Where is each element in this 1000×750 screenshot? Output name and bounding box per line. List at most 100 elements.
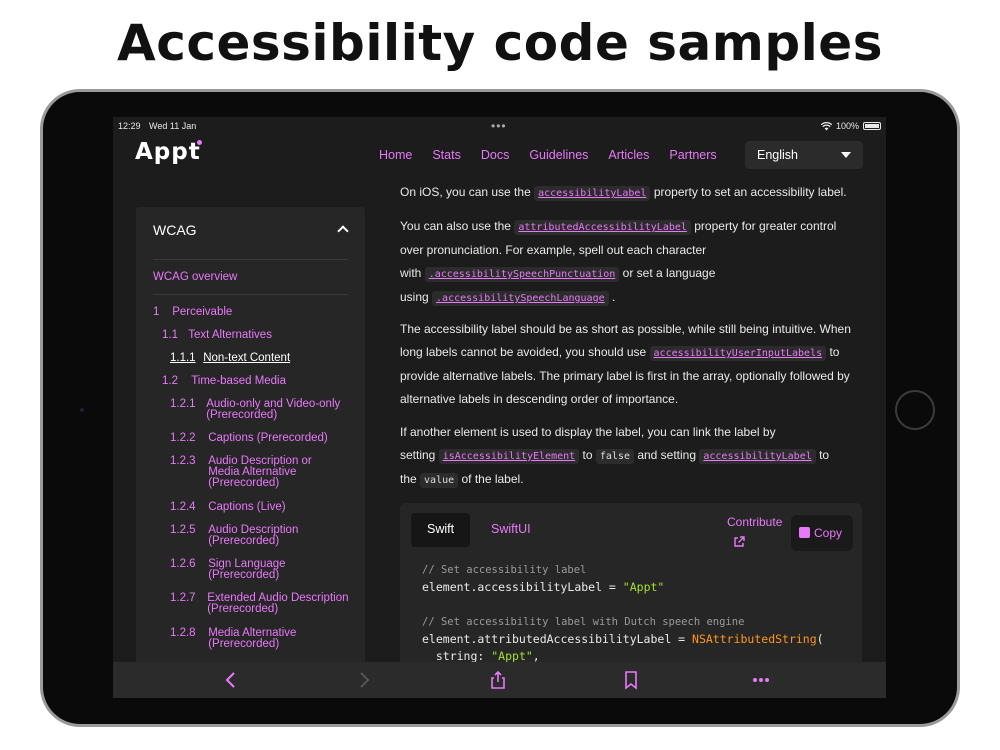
nav-home[interactable]: Home [379,148,412,162]
code-link[interactable]: isAccessibilityElement [438,449,580,464]
text: and setting [637,448,697,462]
sidebar-item[interactable]: 1.2.1 Audio-only and Video-only (Prereco… [170,398,356,421]
sidebar-item[interactable]: 1.2.5 Audio Description (Prerecorded) [170,524,318,547]
nav-guidelines[interactable]: Guidelines [529,148,588,162]
external-link-icon[interactable] [733,536,745,548]
nav-stats[interactable]: Stats [432,148,461,162]
code-line: , [532,649,540,663]
sidebar-item[interactable]: 1 Perceivable [153,306,232,318]
item-label: Audio Description or Media Alternative (… [208,455,312,489]
code-block: // Set accessibility label element.acces… [422,561,824,665]
nav-articles[interactable]: Articles [608,148,649,162]
item-number: 1.2.6 [170,558,196,570]
back-icon[interactable] [221,670,241,690]
text: to [582,448,593,462]
sidebar-item[interactable]: 1.2.2 Captions (Prerecorded) [170,432,328,444]
sidebar-item-wcag-overview[interactable]: WCAG overview [153,271,237,283]
item-number: 1.1 [162,329,178,341]
code-line: element.attributedAccessibilityLabel = [422,632,693,646]
language-value: English [757,148,798,162]
paragraph-3: The accessibility label should be as sho… [400,318,860,411]
camera [80,408,84,412]
language-select[interactable]: English [745,141,863,169]
code-link[interactable]: .accessibilitySpeechLanguage [432,291,609,306]
item-label: Captions (Prerecorded) [208,432,328,444]
text: to [829,345,840,359]
item-number: 1.2.3 [170,455,196,467]
status-time: 12:29 [118,121,141,131]
text: or set a language [622,266,716,280]
text: . [611,290,616,304]
text: setting [400,448,436,462]
item-label: Media Alternative (Prerecorded) [208,627,297,650]
sidebar-item[interactable]: 1.2.6 Sign Language (Prerecorded) [170,558,308,581]
nav-docs[interactable]: Docs [481,148,509,162]
copy-label: Copy [814,526,843,540]
item-number: 1.2.5 [170,524,196,536]
item-number: 1.2 [162,375,178,387]
forward-icon[interactable] [354,670,374,690]
item-number: 1.2.2 [170,432,196,444]
tab-swiftui[interactable]: SwiftUI [475,513,547,547]
paragraph-2: You can also use the attributedAccessibi… [400,215,860,310]
multitask-dots[interactable]: ••• [491,119,507,133]
divider [153,259,348,260]
home-button[interactable] [895,390,935,430]
sidebar-item[interactable]: 1.2 Time-based Media [162,375,287,387]
inline-code: false [595,449,634,464]
nav-partners[interactable]: Partners [669,148,716,162]
sidebar-item[interactable]: 1.1 Text Alternatives [162,329,272,341]
text: of the label. [461,472,524,486]
sidebar-item[interactable]: 1.2.3 Audio Description or Media Alterna… [170,455,326,489]
code-line: element.accessibilityLabel = [422,580,623,594]
text: long labels cannot be avoided, you shoul… [400,345,647,359]
code-link[interactable]: accessibilityLabel [699,449,816,464]
sidebar-item[interactable]: 1.2.7 Extended Audio Description (Prerec… [170,592,352,615]
share-icon[interactable] [488,670,508,690]
copy-button[interactable]: Copy [791,515,853,551]
battery-icon [863,122,881,130]
appt-logo[interactable]: Appt [135,139,201,165]
item-number: 1.2.1 [170,398,196,410]
code-type: NSAttributedString [692,632,817,646]
sidebar-item[interactable]: 1.2.4 Captions (Live) [170,501,286,513]
battery-percent: 100% [835,121,859,131]
paragraph-4: If another element is used to display th… [400,421,860,492]
chevron-down-icon [841,152,851,158]
text: over pronunciation. For example, spell o… [400,243,707,257]
chevron-up-icon[interactable] [337,225,349,237]
text: property for greater control [694,219,837,233]
sidebar-item-active[interactable]: 1.1.1 Non-text Content [170,352,291,364]
code-link[interactable]: .accessibilitySpeechPunctuation [424,267,620,282]
code-string: "Appt" [491,649,533,663]
site-header: Appt Home Stats Docs Guidelines Articles… [113,137,886,177]
item-label: Time-based Media [191,375,287,387]
screen: 12:29 Wed 11 Jan ••• 100% Appt Home Stat… [113,117,886,698]
status-right: 100% [820,121,881,131]
code-comment: // Set accessibility label [422,564,587,576]
item-number: 1.2.8 [170,627,196,639]
more-icon[interactable] [751,670,771,690]
contribute-link[interactable]: Contribute [727,515,782,529]
sidebar-item[interactable]: 1.2.8 Media Alternative (Prerecorded) [170,627,318,650]
item-label: Non-text Content [203,352,291,364]
copy-icon [799,527,810,538]
bookmark-icon[interactable] [621,670,641,690]
logo-dot [197,140,202,145]
sidebar-title[interactable]: WCAG [153,222,197,238]
item-label: Captions (Live) [208,501,286,513]
wifi-icon [820,121,832,130]
code-link[interactable]: accessibilityLabel [534,186,651,201]
text: alternative labels in descending order o… [400,392,679,406]
main-nav: Home Stats Docs Guidelines Articles Part… [379,148,737,162]
item-number: 1 [153,306,160,318]
text: provide alternative labels. The primary … [400,369,850,383]
text: using [400,290,429,304]
tab-swift[interactable]: Swift [411,513,471,547]
code-link[interactable]: attributedAccessibilityLabel [514,220,691,235]
code-link[interactable]: accessibilityUserInputLabels [649,346,827,361]
text: to [819,448,830,462]
code-line: string: [422,649,492,663]
status-date: Wed 11 Jan [149,121,197,131]
item-number: 1.2.7 [170,592,196,604]
